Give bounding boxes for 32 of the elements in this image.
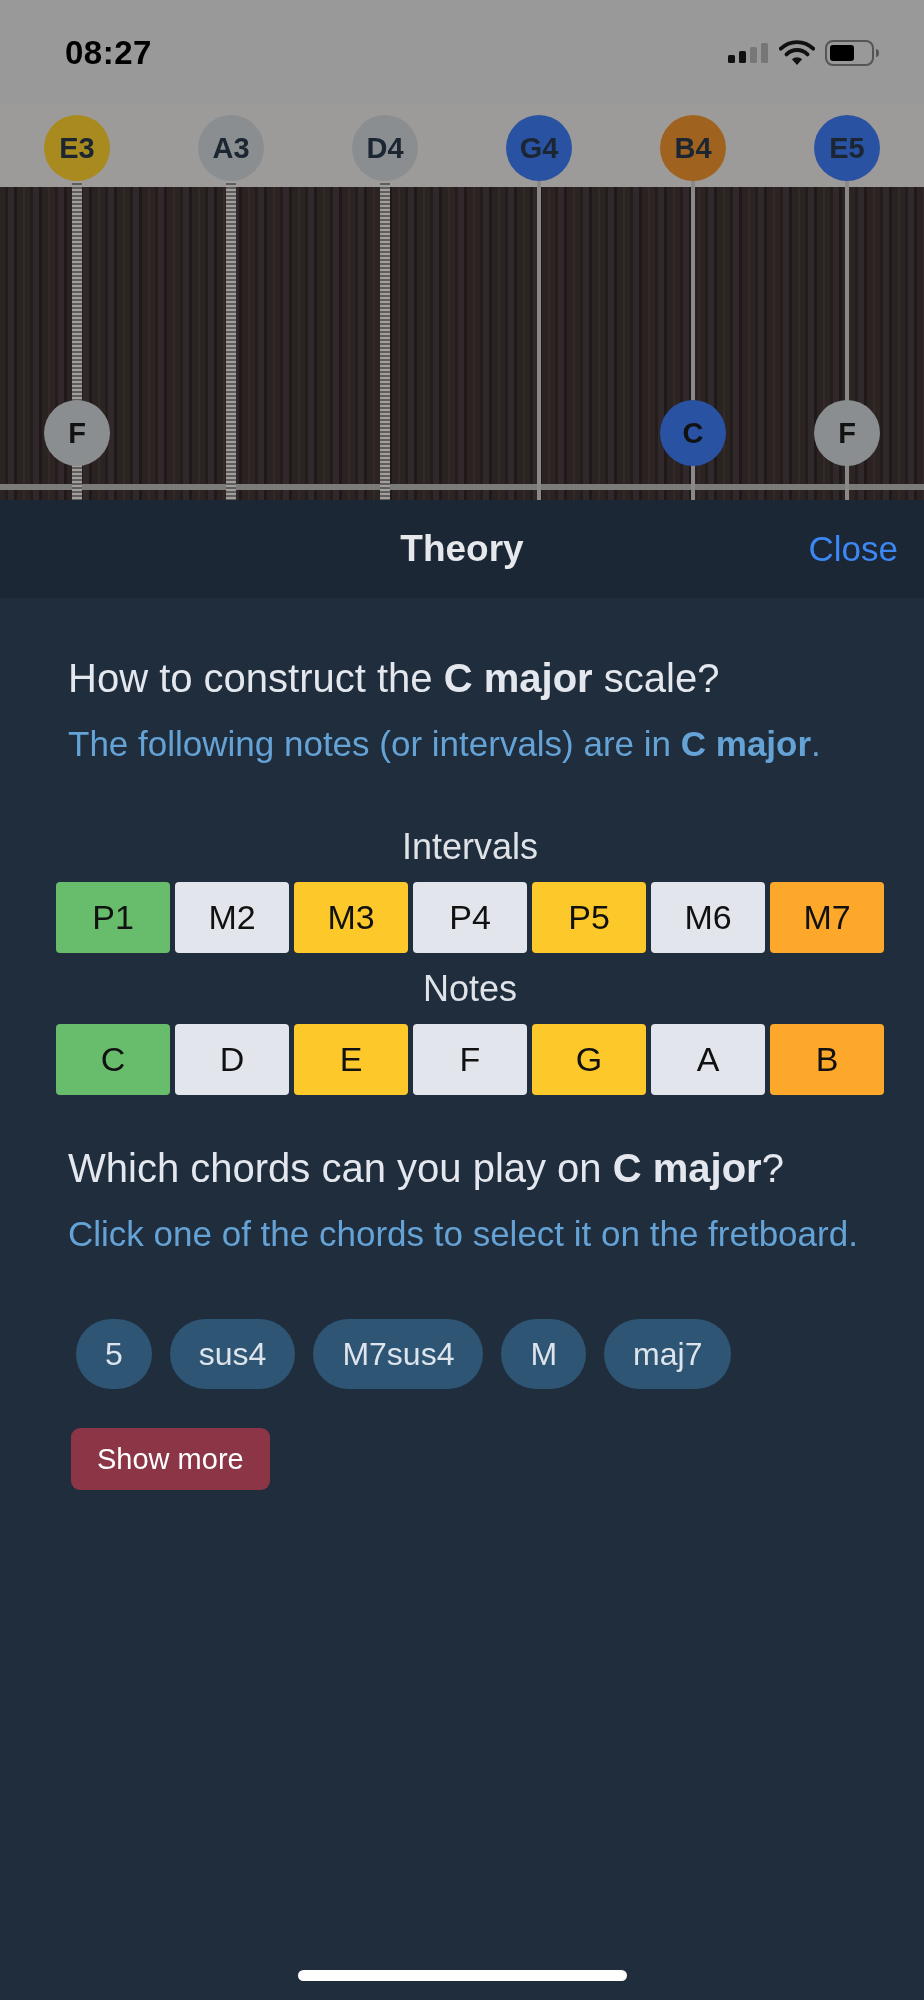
interval-cell: P1	[56, 882, 170, 953]
note-cell: D	[175, 1024, 289, 1095]
status-time: 08:27	[65, 33, 152, 72]
intervals-label: Intervals	[400, 825, 540, 869]
section-subtitle: Click one of the chords to select it on the fretboard.	[68, 1213, 859, 1255]
section-subtitle: The following notes (or intervals) are in C major.	[68, 723, 822, 765]
chord-chip[interactable]: sus4	[169, 1319, 296, 1389]
sheet-title: Theory	[400, 528, 524, 570]
chord-chip[interactable]: M7sus4	[313, 1319, 484, 1389]
close-button[interactable]: Close	[808, 529, 898, 569]
interval-cell: P5	[532, 882, 646, 953]
chord-chip[interactable]: M	[501, 1319, 587, 1389]
show-more-button[interactable]: Show more	[71, 1428, 270, 1490]
interval-cell: P4	[413, 882, 527, 953]
chord-chip[interactable]: maj7	[604, 1319, 732, 1389]
interval-cell: M2	[175, 882, 289, 953]
wifi-icon	[779, 39, 815, 66]
note-cell: G	[532, 1024, 646, 1095]
note-cell: E	[294, 1024, 408, 1095]
interval-cell: M7	[770, 882, 884, 953]
note-cell: F	[413, 1024, 527, 1095]
interval-cell: M3	[294, 882, 408, 953]
section-heading: How to construct the C major scale?	[68, 655, 721, 702]
chord-chip[interactable]: 5	[76, 1319, 152, 1389]
note-cell: C	[56, 1024, 170, 1095]
battery-icon	[825, 39, 880, 66]
interval-cell: M6	[651, 882, 765, 953]
signal-icon	[728, 42, 769, 63]
note-cell: A	[651, 1024, 765, 1095]
note-cell: B	[770, 1024, 884, 1095]
section-heading: Which chords can you play on C major?	[68, 1145, 785, 1192]
notes-label: Notes	[421, 967, 518, 1011]
